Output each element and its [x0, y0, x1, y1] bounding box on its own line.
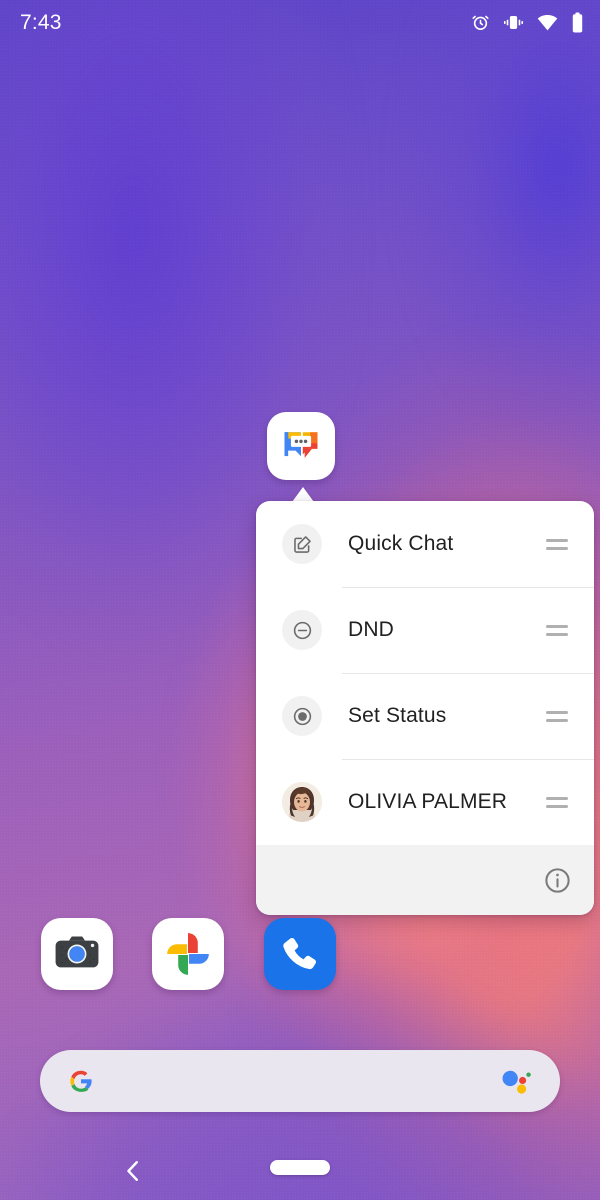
- shortcut-item-dnd[interactable]: DND: [256, 587, 594, 673]
- drag-handle-icon[interactable]: [546, 624, 568, 636]
- app-tile[interactable]: [152, 918, 224, 990]
- shortcut-label: DND: [348, 618, 394, 641]
- shortcut-item-quick-chat[interactable]: Quick Chat: [256, 501, 594, 587]
- shortcut-menu-footer: [256, 845, 594, 915]
- google-assistant-icon[interactable]: [500, 1067, 534, 1095]
- camera-icon: [52, 929, 102, 979]
- shortcut-item-set-status[interactable]: Set Status: [256, 673, 594, 759]
- navigation-bar: [0, 1142, 600, 1200]
- android-home-screen: 7:43 Quick Chat DND Set Status OLIVIA PA…: [0, 0, 600, 1200]
- shortcut-item-olivia-palmer[interactable]: OLIVIA PALMER: [256, 759, 594, 845]
- google-search-bar[interactable]: [40, 1050, 560, 1112]
- drag-handle-icon[interactable]: [546, 710, 568, 722]
- phone-icon: [279, 933, 321, 975]
- dock-item-phone[interactable]: [264, 918, 336, 990]
- info-icon[interactable]: [543, 866, 572, 895]
- shortcut-label: Quick Chat: [348, 532, 454, 555]
- home-pill-icon[interactable]: [270, 1160, 330, 1175]
- shortcut-label: Set Status: [348, 704, 447, 727]
- wifi-icon: [537, 13, 558, 32]
- vibrate-icon: [503, 13, 524, 32]
- avatar: [282, 782, 322, 822]
- drag-handle-icon[interactable]: [546, 796, 568, 808]
- shortcut-label: OLIVIA PALMER: [348, 790, 508, 813]
- alarm-icon: [471, 13, 490, 32]
- status-bar-clock: 7:43: [20, 10, 62, 34]
- dock-item-camera[interactable]: [41, 918, 113, 990]
- status-circle-icon: [282, 696, 322, 736]
- dock-item-photos[interactable]: [152, 918, 224, 990]
- popup-arrow: [292, 487, 314, 502]
- app-tile[interactable]: [267, 412, 335, 480]
- dock: [0, 918, 600, 1000]
- google-g-icon: [64, 1064, 98, 1098]
- search-input[interactable]: [98, 1050, 500, 1112]
- battery-icon: [571, 12, 584, 33]
- status-bar-icons: [471, 12, 584, 33]
- chat-bubbles-icon: [279, 424, 323, 468]
- back-chevron-icon[interactable]: [118, 1156, 148, 1186]
- drag-handle-icon[interactable]: [546, 538, 568, 550]
- do-not-disturb-icon: [282, 610, 322, 650]
- app-tile[interactable]: [264, 918, 336, 990]
- app-tile[interactable]: [41, 918, 113, 990]
- app-shortcut-menu: Quick Chat DND Set Status OLIVIA PALMER: [256, 501, 594, 915]
- app-icon-hangouts-chat[interactable]: [267, 412, 335, 480]
- edit-square-icon: [282, 524, 322, 564]
- google-photos-icon: [163, 929, 213, 979]
- status-bar: 7:43: [0, 0, 600, 44]
